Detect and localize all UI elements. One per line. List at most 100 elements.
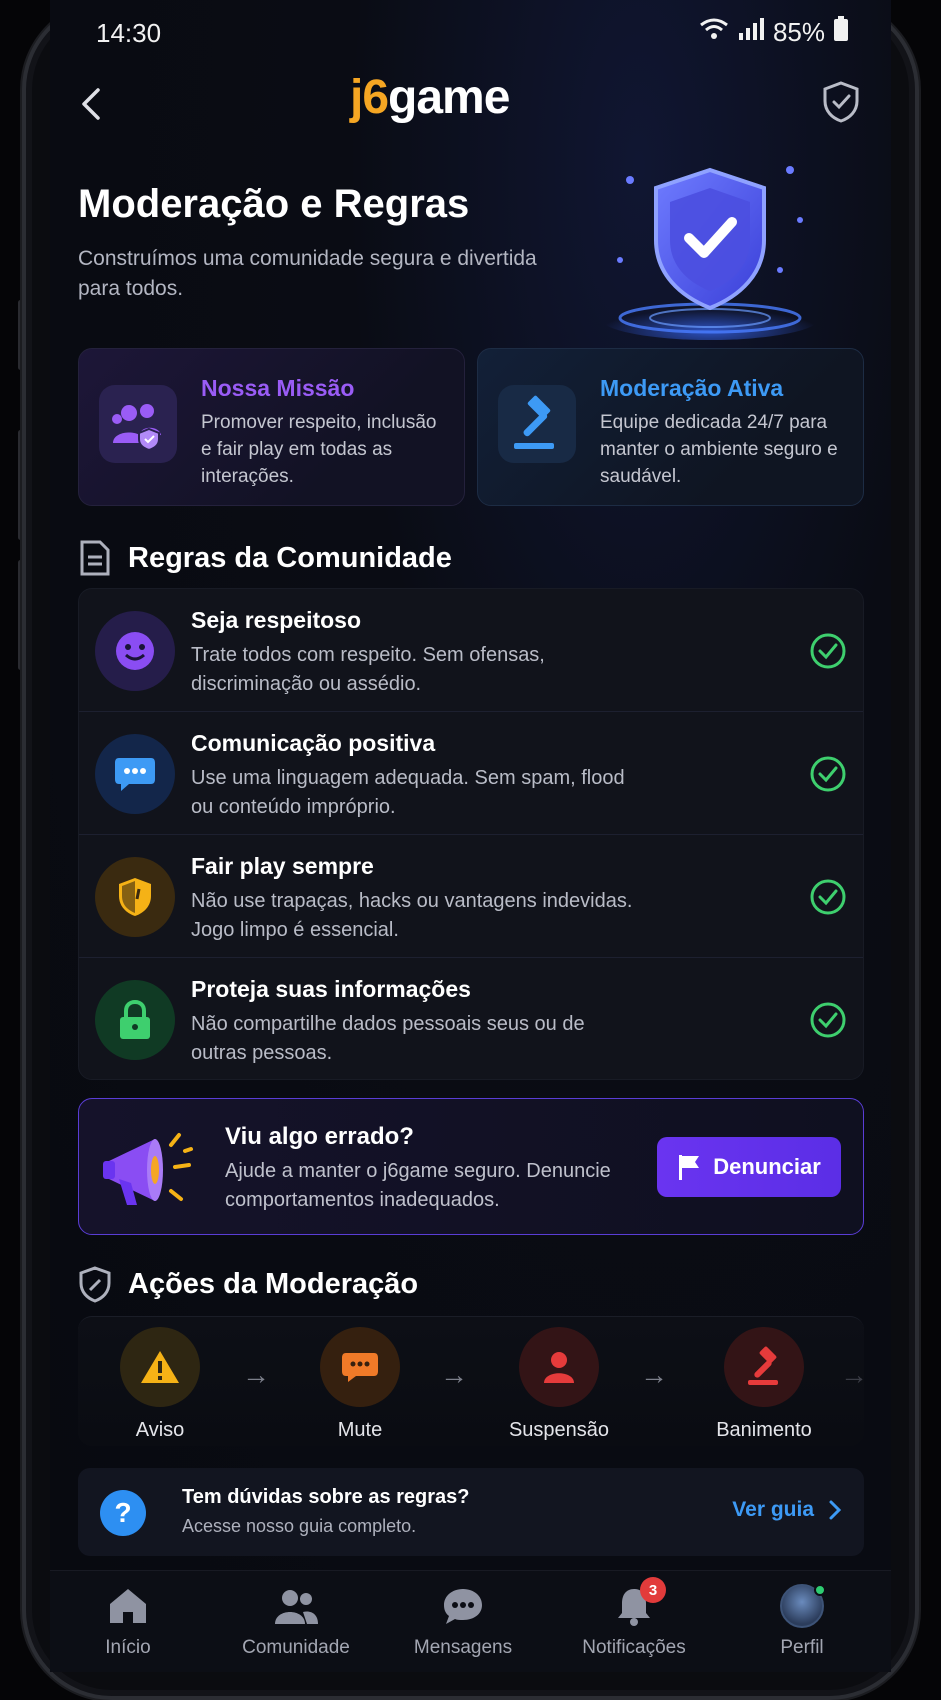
moderation-actions: Aviso → Mute → Suspensão → Banimento → <box>78 1316 864 1446</box>
rule-item[interactable]: Seja respeitoso Trate todos com respeito… <box>79 589 863 712</box>
check-circle-icon <box>810 1002 846 1038</box>
action-label: Banimento <box>716 1419 812 1441</box>
moderation-text: Equipe dedicada 24/7 para manter o ambie… <box>600 412 838 487</box>
user-icon <box>519 1327 599 1407</box>
signal-icon <box>737 17 765 48</box>
nav-item-profile[interactable]: Perfil <box>722 1583 882 1659</box>
nav-label: Notificações <box>582 1637 686 1658</box>
action-step-warning[interactable]: Aviso <box>100 1327 220 1442</box>
rule-description: Use uma linguagem adequada. Sem spam, fl… <box>191 767 625 818</box>
security-button[interactable] <box>821 80 861 124</box>
arrow-right-icon: → <box>640 1359 668 1390</box>
rule-description: Não use trapaças, hacks ou vantagens ind… <box>191 890 633 941</box>
document-icon <box>80 540 110 576</box>
rule-title: Seja respeitoso <box>191 607 362 633</box>
rules-list: Seja respeitoso Trate todos com respeito… <box>78 588 864 1080</box>
nav-label: Início <box>105 1637 151 1658</box>
rules-section-heading: Regras da Comunidade <box>78 538 452 578</box>
rule-title: Proteja suas informações <box>191 976 471 1002</box>
mission-card[interactable]: Nossa Missão Promover respeito, inclusão… <box>78 348 465 506</box>
view-guide-link[interactable]: Ver guia <box>732 1498 842 1522</box>
online-indicator <box>814 1584 826 1596</box>
flag-icon <box>679 1155 700 1180</box>
app-header: j6game <box>50 70 891 140</box>
nav-item-home[interactable]: Início <box>50 1583 208 1659</box>
question-icon: ? <box>100 1490 146 1536</box>
shield-illustration <box>590 150 830 340</box>
faq-subtitle: Acesse nosso guia completo. <box>182 1516 417 1536</box>
active-moderation-card[interactable]: Moderação Ativa Equipe dedicada 24/7 par… <box>477 348 864 506</box>
moderation-title: Moderação Ativa <box>600 375 784 401</box>
rule-title: Comunicação positiva <box>191 730 436 756</box>
nav-label: Mensagens <box>413 1637 513 1658</box>
faq-title: Tem dúvidas sobre as regras? <box>182 1486 470 1508</box>
report-card: Viu algo errado? Ajude a manter o j6game… <box>78 1098 864 1235</box>
report-button-label: Denunciar <box>713 1154 821 1179</box>
arrow-right-icon: → <box>440 1359 468 1390</box>
megaphone-icon <box>99 1121 199 1217</box>
battery-percentage: 85% <box>772 17 825 47</box>
action-label: Aviso <box>135 1419 185 1441</box>
chat-icon <box>95 734 175 814</box>
community-shield-icon <box>99 385 177 463</box>
mission-title: Nossa Missão <box>201 375 355 401</box>
shield-gavel-icon <box>79 1266 111 1303</box>
action-label: Mute <box>337 1419 383 1441</box>
lock-icon <box>95 980 175 1060</box>
check-circle-icon <box>810 879 846 915</box>
nav-label: Perfil <box>780 1637 824 1658</box>
notification-badge: 3 <box>640 1577 666 1603</box>
gavel-icon <box>724 1327 804 1407</box>
actions-section-heading: Ações da Moderação <box>78 1264 418 1304</box>
smile-icon <box>95 611 175 691</box>
action-step-ban[interactable]: Banimento <box>704 1327 824 1442</box>
back-button[interactable] <box>72 84 112 124</box>
rule-item[interactable]: Proteja suas informações Não compartilhe… <box>79 958 863 1079</box>
nav-item-community[interactable]: Comunidade <box>216 1583 376 1659</box>
rule-title: Fair play sempre <box>191 853 374 879</box>
rule-item[interactable]: Comunicação positiva Use uma linguagem a… <box>79 712 863 835</box>
logo-j6: j6 <box>350 71 389 124</box>
status-bar: 14:30 85% <box>50 14 891 54</box>
nav-item-notifications[interactable]: 3 Notificações <box>554 1577 714 1659</box>
action-step-suspension[interactable]: Suspensão <box>499 1327 619 1442</box>
actions-section-title: Ações da Moderação <box>128 1267 419 1300</box>
rule-item[interactable]: Fair play sempre Não use trapaças, hacks… <box>79 835 863 958</box>
page-title: Moderação e Regras <box>78 182 470 226</box>
check-circle-icon <box>810 756 846 792</box>
faq-banner[interactable]: ? Tem dúvidas sobre as regras? Acesse no… <box>78 1468 864 1556</box>
battery-icon <box>833 16 849 49</box>
report-text: Ajude a manter o j6game seguro. Denuncie… <box>225 1160 611 1211</box>
screen: 14:30 85% j6game Moderação e Regras Cons… <box>50 0 891 1672</box>
nav-item-messages[interactable]: Mensagens <box>383 1583 543 1659</box>
chevron-right-icon <box>829 1500 842 1520</box>
report-button[interactable]: Denunciar <box>657 1137 841 1197</box>
gavel-icon <box>498 385 576 463</box>
mission-text: Promover respeito, inclusão e fair play … <box>201 412 437 487</box>
bell-icon: 3 <box>554 1577 714 1629</box>
action-step-mute[interactable]: Mute <box>300 1327 420 1442</box>
home-icon <box>50 1583 208 1629</box>
warning-icon <box>120 1327 200 1407</box>
muted-chat-icon <box>320 1327 400 1407</box>
messages-icon <box>383 1583 543 1629</box>
status-time: 14:30 <box>96 18 162 48</box>
shield-check-icon <box>823 81 859 123</box>
shield-icon <box>95 857 175 937</box>
avatar <box>780 1584 826 1628</box>
action-label: Suspensão <box>508 1419 610 1441</box>
nav-label: Comunidade <box>242 1637 350 1658</box>
chevron-left-icon <box>82 88 100 120</box>
arrow-right-icon: → <box>840 1359 864 1391</box>
rule-description: Trate todos com respeito. Sem ofensas, d… <box>191 644 545 695</box>
wifi-icon <box>699 17 729 48</box>
bottom-nav: Início Comunidade Mensagens 3 Notificaçõ… <box>50 1570 891 1672</box>
app-logo: j6game <box>350 70 590 140</box>
logo-game: game <box>388 71 510 124</box>
rule-description: Não compartilhe dados pessoais seus ou d… <box>191 1013 585 1064</box>
report-title: Viu algo errado? <box>225 1123 414 1150</box>
arrow-right-icon: → <box>242 1359 270 1390</box>
view-guide-label: Ver guia <box>732 1498 814 1521</box>
check-circle-icon <box>810 633 846 669</box>
page-subtitle: Construímos uma comunidade segura e dive… <box>78 247 537 300</box>
